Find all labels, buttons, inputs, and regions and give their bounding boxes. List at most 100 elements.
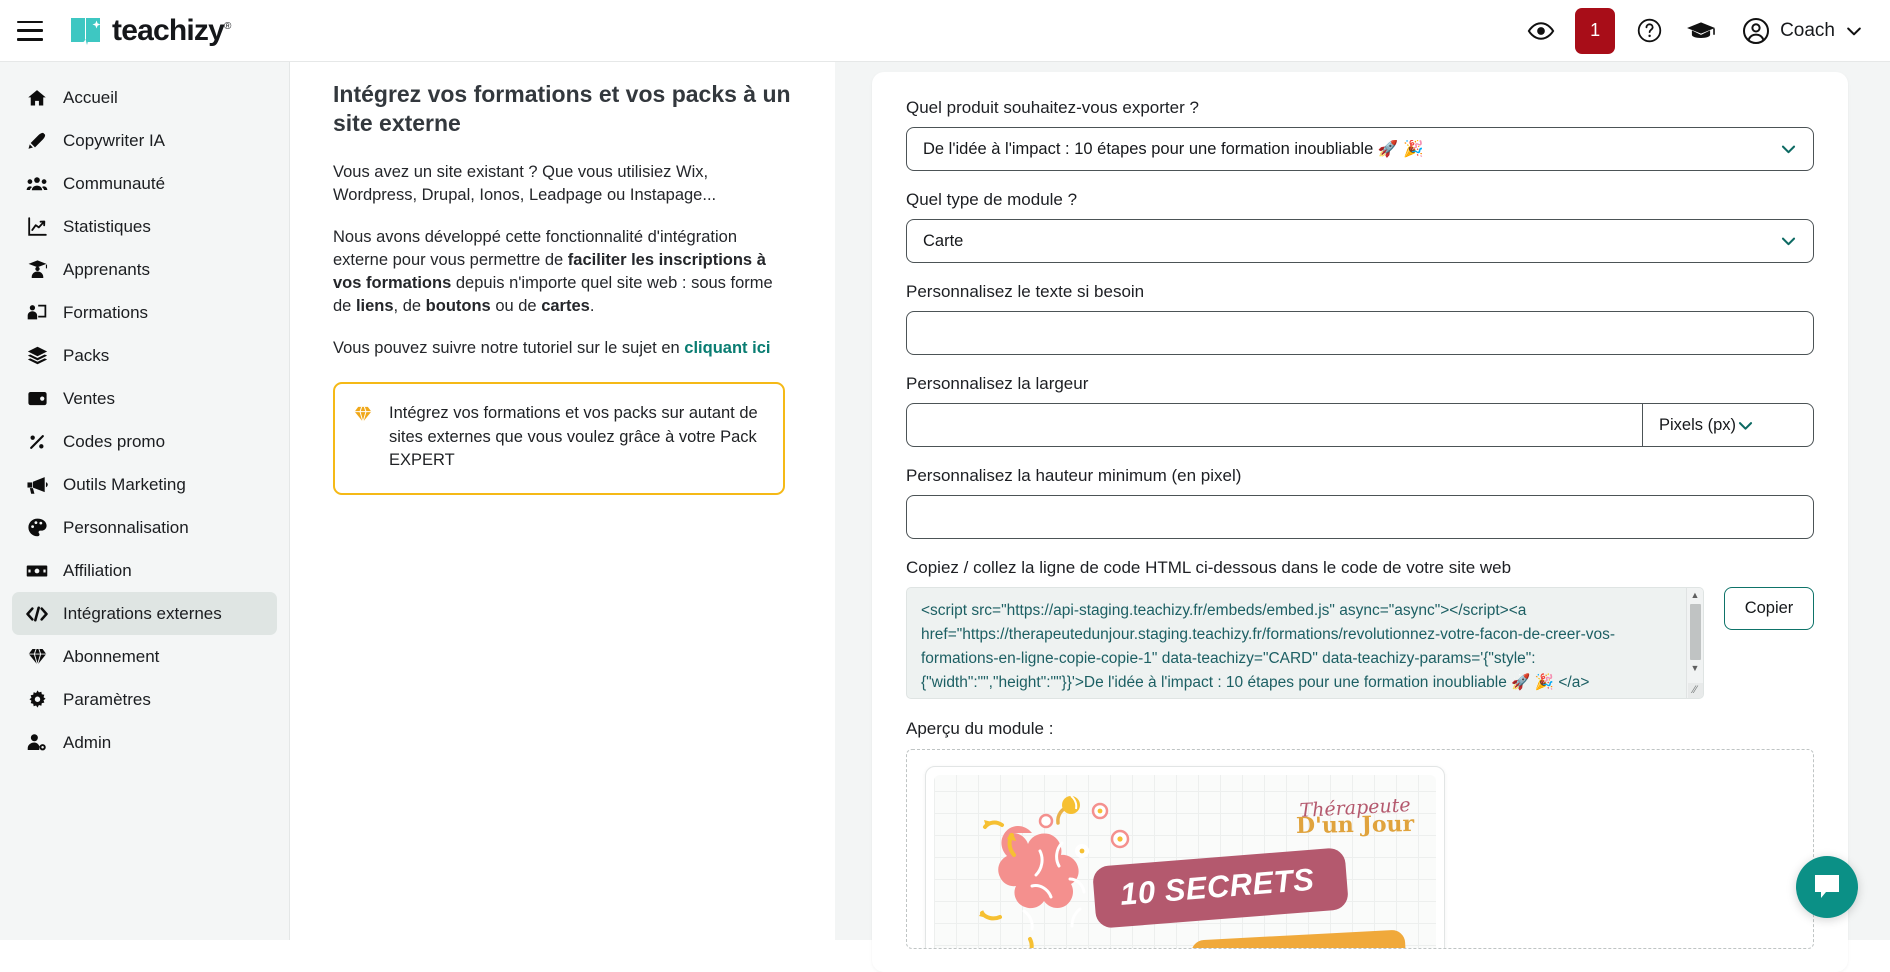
tutorial-link[interactable]: cliquant ici [684, 339, 770, 357]
embed-code-text: <script src="https://api-staging.teachiz… [921, 599, 1689, 695]
embed-code-label: Copiez / collez la ligne de code HTML ci… [906, 558, 1814, 578]
sidebar-label: Personnalisation [63, 518, 189, 538]
sidebar-label: Copywriter IA [63, 131, 165, 151]
sidebar-label: Abonnement [63, 647, 159, 667]
user-circle-icon [1741, 16, 1771, 46]
width-input[interactable] [906, 403, 1642, 447]
min-height-label: Personnalisez la hauteur minimum (en pix… [906, 466, 1814, 486]
copy-button[interactable]: Copier [1724, 587, 1814, 630]
chevron-down-icon [1736, 416, 1755, 435]
sidebar-item-apprenants[interactable]: Apprenants [12, 248, 277, 291]
gem-icon [26, 646, 48, 668]
sidebar-item-parametres[interactable]: Paramètres [12, 678, 277, 721]
sidebar-item-packs[interactable]: Packs [12, 334, 277, 377]
intro-column: Intégrez vos formations et vos packs à u… [290, 62, 835, 940]
callout-text: Intégrez vos formations et vos packs sur… [389, 402, 763, 472]
chat-bubble-icon [1812, 873, 1842, 901]
chart-line-icon [26, 216, 48, 238]
question-circle-icon[interactable] [1623, 0, 1675, 62]
preview-card[interactable]: 10 SECRETS Thérapeute D'un Jour [925, 766, 1445, 949]
user-menu[interactable]: Coach [1727, 16, 1870, 46]
sidebar-item-accueil[interactable]: Accueil [12, 76, 277, 119]
sidebar-label: Codes promo [63, 432, 165, 452]
min-height-input[interactable] [906, 495, 1814, 539]
sidebar-label: Admin [63, 733, 111, 753]
p2-text-5: . [590, 297, 595, 315]
sidebar-label: Affiliation [63, 561, 132, 581]
home-icon [26, 87, 48, 109]
p2-bold-2: liens [356, 297, 394, 315]
embed-code-textarea[interactable]: <script src="https://api-staging.teachiz… [906, 587, 1704, 699]
hamburger-menu-icon[interactable] [17, 21, 43, 41]
sidebar-label: Outils Marketing [63, 475, 186, 495]
export-form-column: Quel produit souhaitez-vous exporter ? D… [835, 62, 1890, 940]
module-selected-value: Carte [923, 232, 1003, 251]
sidebar-label: Communauté [63, 174, 165, 194]
sidebar-item-abonnement[interactable]: Abonnement [12, 635, 277, 678]
graduation-cap-icon[interactable] [1675, 0, 1727, 62]
intro-paragraph-1: Vous avez un site existant ? Que vous ut… [333, 161, 795, 207]
sidebar-item-ventes[interactable]: Ventes [12, 377, 277, 420]
intro-paragraph-2: Nous avons développé cette fonctionnalit… [333, 226, 795, 317]
chevron-down-icon [1779, 140, 1798, 159]
width-row: Pixels (px) [906, 403, 1814, 447]
scrollbar-thumb[interactable] [1690, 604, 1701, 660]
student-icon [26, 259, 48, 281]
sidebar-label: Packs [63, 346, 109, 366]
export-form-card: Quel produit souhaitez-vous exporter ? D… [872, 72, 1848, 972]
user-gear-icon [26, 732, 48, 754]
sidebar-item-integrations-externes[interactable]: Intégrations externes [12, 592, 277, 635]
pen-nib-icon [26, 130, 48, 152]
notification-badge[interactable]: 1 [1575, 8, 1615, 54]
scroll-up-icon[interactable]: ▲ [1691, 588, 1700, 603]
sidebar-label: Paramètres [63, 690, 151, 710]
wallet-icon [26, 388, 48, 410]
page-title: Intégrez vos formations et vos packs à u… [333, 80, 795, 139]
tutorial-text: Vous pouvez suivre notre tutoriel sur le… [333, 339, 684, 357]
teachizy-logo[interactable]: teachizy® [69, 16, 231, 46]
eye-icon[interactable] [1515, 0, 1567, 62]
product-label: Quel produit souhaitez-vous exporter ? [906, 98, 1814, 118]
width-unit-value: Pixels (px) [1659, 416, 1736, 435]
code-scrollbar[interactable]: ▲ ▼ ⁄⁄ [1686, 588, 1703, 698]
sidebar-label: Apprenants [63, 260, 150, 280]
sidebar-item-communaute[interactable]: Communauté [12, 162, 277, 205]
sidebar-label: Accueil [63, 88, 118, 108]
p2-bold-3: boutons [426, 297, 491, 315]
chat-widget-button[interactable] [1796, 856, 1858, 918]
expert-pack-callout: Intégrez vos formations et vos packs sur… [333, 382, 785, 494]
logo-wordmark: teachizy® [112, 16, 231, 46]
module-type-label: Quel type de module ? [906, 190, 1814, 210]
sidebar-item-copywriter-ia[interactable]: Copywriter IA [12, 119, 277, 162]
custom-text-input[interactable] [906, 311, 1814, 355]
main-content: Intégrez vos formations et vos packs à u… [290, 62, 1890, 940]
main-sidebar: Accueil Copywriter IA Communauté Statis [0, 62, 290, 940]
user-name-label: Coach [1780, 20, 1835, 42]
sidebar-item-formations[interactable]: Formations [12, 291, 277, 334]
sidebar-item-affiliation[interactable]: Affiliation [12, 549, 277, 592]
sidebar-label: Formations [63, 303, 148, 323]
sidebar-item-codes-promo[interactable]: Codes promo [12, 420, 277, 463]
product-selected-value: De l'idée à l'impact : 10 étapes pour un… [923, 140, 1464, 159]
width-label: Personnalisez la largeur [906, 374, 1814, 394]
sidebar-item-admin[interactable]: Admin [12, 721, 277, 764]
embed-code-row: <script src="https://api-staging.teachiz… [906, 587, 1814, 699]
product-select[interactable]: De l'idée à l'impact : 10 étapes pour un… [906, 127, 1814, 171]
sidebar-item-statistiques[interactable]: Statistiques [12, 205, 277, 248]
sidebar-item-outils-marketing[interactable]: Outils Marketing [12, 463, 277, 506]
chalkboard-icon [26, 302, 48, 324]
sidebar-label: Ventes [63, 389, 115, 409]
scroll-down-icon[interactable]: ▼ [1691, 661, 1700, 676]
sidebar-item-personnalisation[interactable]: Personnalisation [12, 506, 277, 549]
app-header: teachizy® 1 [0, 0, 1890, 62]
preview-banner-accent-bar [1191, 929, 1408, 949]
chevron-down-icon [1844, 21, 1864, 41]
module-type-select[interactable]: Carte [906, 219, 1814, 263]
preview-label: Aperçu du module : [906, 719, 1814, 739]
resize-grip-icon[interactable]: ⁄⁄ [1688, 683, 1703, 698]
layers-icon [26, 345, 48, 367]
preview-banner-image: 10 SECRETS Thérapeute D'un Jour [934, 775, 1436, 949]
teachizy-logo-mark [69, 16, 105, 46]
intro-paragraph-3: Vous pouvez suivre notre tutoriel sur le… [333, 337, 795, 360]
width-unit-select[interactable]: Pixels (px) [1642, 403, 1814, 447]
